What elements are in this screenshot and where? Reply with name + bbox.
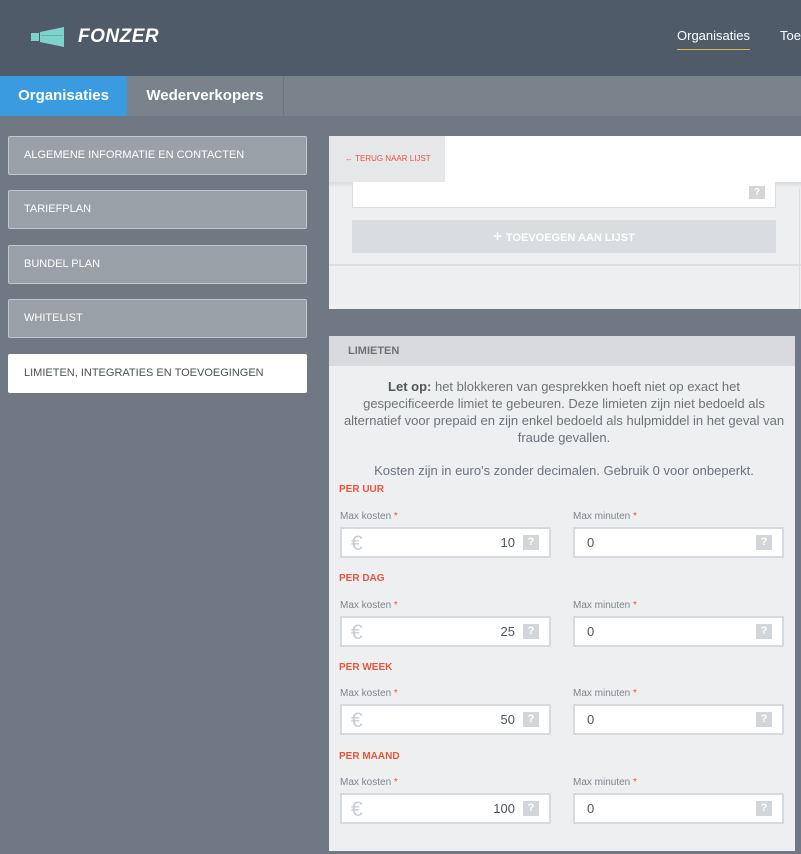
max-cost-label: Max kosten * [340, 688, 398, 699]
sidebar-item-bundel-plan[interactable]: BUNDEL PLAN [8, 245, 307, 284]
divider [329, 264, 801, 266]
plus-icon: + [493, 228, 502, 245]
max-minutes-label: Max minuten * [573, 688, 637, 699]
required-mark: * [393, 511, 398, 522]
max-cost-per-day-input[interactable]: € 25 ? [340, 616, 551, 647]
required-mark: * [633, 688, 637, 699]
max-cost-value: 10 [500, 535, 515, 550]
help-icon[interactable]: ? [523, 712, 539, 727]
max-minutes-per-day-input[interactable]: 0 ? [573, 616, 784, 647]
max-minutes-label: Max minuten * [573, 600, 637, 611]
tab-organisaties[interactable]: Organisaties [0, 76, 127, 116]
max-cost-value: 50 [500, 712, 515, 727]
help-icon[interactable]: ? [756, 624, 772, 639]
divider [799, 188, 800, 309]
required-mark: * [633, 511, 637, 522]
top-bar: FONZER Organisaties Toe [0, 0, 801, 76]
max-cost-per-month-input[interactable]: € 100 ? [340, 793, 551, 824]
max-minutes-per-month-input[interactable]: 0 ? [573, 793, 784, 824]
section-title-per-maand: PER MAAND [339, 751, 400, 762]
list-panel: ? + TOEVOEGEN AAN LIJST ← TERUG NAAR LIJS… [329, 136, 801, 309]
limits-note: Let op: het blokkeren van gesprekken hoe… [341, 378, 787, 446]
tab-wederverkopers[interactable]: Wederverkopers [127, 76, 284, 116]
required-mark: * [393, 688, 398, 699]
limits-panel: LIMIETEN Let op: het blokkeren van gespr… [329, 336, 795, 851]
max-minutes-label: Max minuten * [573, 511, 637, 522]
sidebar-item-limieten[interactable]: LIMIETEN, INTEGRATIES EN TOEVOEGINGEN [8, 354, 307, 393]
back-to-list-link[interactable]: ← TERUG NAAR LIJST [329, 136, 445, 182]
max-minutes-label: Max minuten * [573, 777, 637, 788]
required-mark: * [393, 600, 398, 611]
help-icon[interactable]: ? [523, 535, 539, 550]
euro-icon: € [351, 709, 363, 732]
euro-icon: € [351, 532, 363, 555]
max-minutes-value: 0 [587, 712, 595, 727]
sidebar-item-algemene-informatie[interactable]: ALGEMENE INFORMATIE EN CONTACTEN [8, 136, 307, 175]
help-icon[interactable]: ? [756, 801, 772, 816]
max-cost-label: Max kosten * [340, 777, 398, 788]
max-cost-per-week-input[interactable]: € 50 ? [340, 704, 551, 735]
euro-icon: € [351, 798, 363, 821]
max-cost-per-hour-input[interactable]: € 10 ? [340, 527, 551, 558]
sidebar-item-whitelist[interactable]: WHITELIST [8, 299, 307, 338]
help-icon[interactable]: ? [756, 535, 772, 550]
max-minutes-value: 0 [587, 624, 595, 639]
add-to-list-label: TOEVOEGEN AAN LIJST [505, 232, 635, 244]
max-minutes-value: 0 [587, 801, 595, 816]
section-title-per-week: PER WEEK [339, 662, 393, 673]
max-minutes-value: 0 [587, 535, 595, 550]
list-input[interactable]: ? [352, 180, 776, 208]
max-minutes-per-week-input[interactable]: 0 ? [573, 704, 784, 735]
toolbar-area [445, 136, 801, 182]
help-icon[interactable]: ? [523, 624, 539, 639]
required-mark: * [393, 777, 398, 788]
max-cost-value: 25 [500, 624, 515, 639]
nav-organisaties[interactable]: Organisaties [677, 28, 750, 50]
required-mark: * [633, 777, 637, 788]
max-minutes-per-hour-input[interactable]: 0 ? [573, 527, 784, 558]
brand-logo-text[interactable]: FONZER [78, 26, 159, 48]
help-icon[interactable]: ? [756, 712, 772, 727]
limits-note-bold: Let op: [388, 379, 432, 394]
max-cost-label: Max kosten * [340, 511, 398, 522]
sidebar-item-tariefplan[interactable]: TARIEFPLAN [8, 190, 307, 229]
section-title-per-uur: PER UUR [339, 484, 385, 495]
euro-icon: € [351, 621, 363, 644]
help-icon[interactable]: ? [523, 801, 539, 816]
help-icon[interactable]: ? [749, 186, 765, 199]
max-cost-label: Max kosten * [340, 600, 398, 611]
section-title-per-dag: PER DAG [339, 573, 385, 584]
limits-currency-note: Kosten zijn in euro's zonder decimalen. … [374, 463, 754, 478]
tab-bar: Organisaties Wederverkopers [0, 76, 801, 116]
max-cost-value: 100 [493, 801, 515, 816]
required-mark: * [633, 600, 637, 611]
megaphone-icon[interactable] [31, 27, 65, 47]
nav-toe[interactable]: Toe [780, 28, 801, 43]
limits-panel-title: LIMIETEN [329, 336, 795, 366]
add-to-list-button[interactable]: + TOEVOEGEN AAN LIJST [352, 220, 776, 253]
